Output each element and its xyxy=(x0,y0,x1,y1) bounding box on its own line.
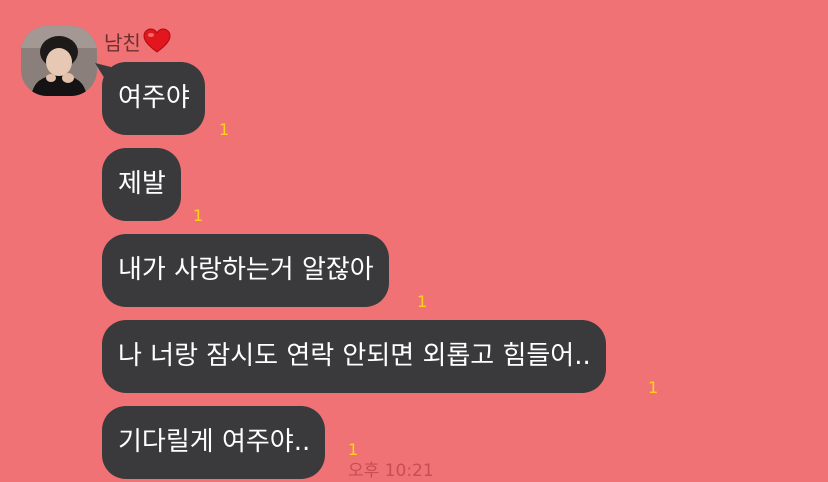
message-text: 나 너랑 잠시도 연락 안되면 외롭고 힘들어.. xyxy=(118,341,591,371)
avatar[interactable] xyxy=(21,26,97,96)
unread-count: 1 xyxy=(348,440,359,459)
sender-name-label: 남친 xyxy=(104,30,141,55)
unread-count: 1 xyxy=(648,378,659,397)
message-bubble[interactable]: 제발 xyxy=(102,148,181,221)
avatar-photo xyxy=(21,26,97,96)
message-text: 기다릴게 여주야.. xyxy=(118,427,311,457)
unread-count: 1 xyxy=(219,120,230,139)
message-timestamp: 오후 10:21 xyxy=(348,461,434,481)
message-bubble[interactable]: 여주야 xyxy=(102,62,205,135)
unread-count: 1 xyxy=(417,292,428,311)
message-text: 여주야 xyxy=(118,83,190,113)
chat-screen: 남친 여주야 1 제발 1 내가 사랑하는거 알잖아 1 나 너랑 잠시도 연락… xyxy=(0,0,828,482)
message-text: 내가 사랑하는거 알잖아 xyxy=(118,255,374,285)
message-text: 제발 xyxy=(118,169,166,199)
unread-count: 1 xyxy=(193,206,204,225)
message-bubble[interactable]: 기다릴게 여주야.. xyxy=(102,406,326,479)
sender-name: 남친 xyxy=(104,27,171,55)
message-bubble[interactable]: 내가 사랑하는거 알잖아 xyxy=(102,234,389,307)
message-bubble[interactable]: 나 너랑 잠시도 연락 안되면 외롭고 힘들어.. xyxy=(102,320,606,393)
red-heart-icon xyxy=(143,28,171,54)
